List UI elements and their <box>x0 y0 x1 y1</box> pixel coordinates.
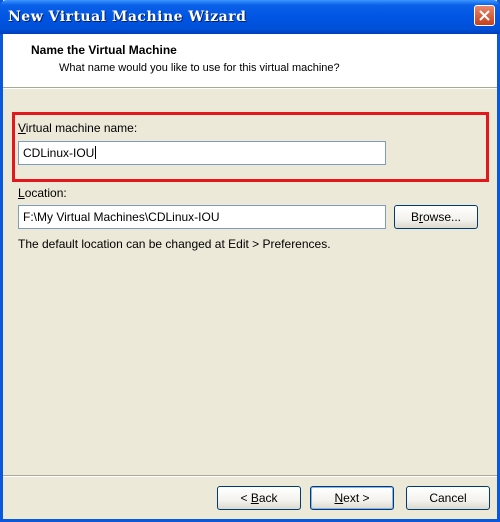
location-value: F:\My Virtual Machines\CDLinux-IOU <box>23 210 220 224</box>
wizard-header: Name the Virtual Machine What name would… <box>3 34 497 88</box>
header-divider <box>3 88 497 89</box>
page-title: Name the Virtual Machine <box>31 43 177 57</box>
window-title: New Virtual Machine Wizard <box>8 9 247 25</box>
back-button[interactable]: < Back <box>217 486 301 510</box>
cancel-button[interactable]: Cancel <box>406 486 490 510</box>
wizard-window: New Virtual Machine Wizard Name the Virt… <box>0 0 500 522</box>
location-hint: The default location can be changed at E… <box>18 237 331 251</box>
vm-name-value: CDLinux-IOU <box>23 146 95 160</box>
close-icon <box>479 10 490 21</box>
footer-divider <box>3 475 497 477</box>
location-input[interactable]: F:\My Virtual Machines\CDLinux-IOU <box>18 205 386 229</box>
browse-button[interactable]: Browse... <box>394 205 478 229</box>
page-subtitle: What name would you like to use for this… <box>59 62 340 74</box>
vm-name-input[interactable]: CDLinux-IOU <box>18 141 386 165</box>
location-label: Location: <box>18 186 67 200</box>
text-caret <box>95 146 97 159</box>
vm-name-label: Virtual machine name: <box>18 121 138 135</box>
close-button[interactable] <box>474 5 495 26</box>
next-button[interactable]: Next > <box>310 486 394 510</box>
title-bar: New Virtual Machine Wizard <box>0 0 500 34</box>
